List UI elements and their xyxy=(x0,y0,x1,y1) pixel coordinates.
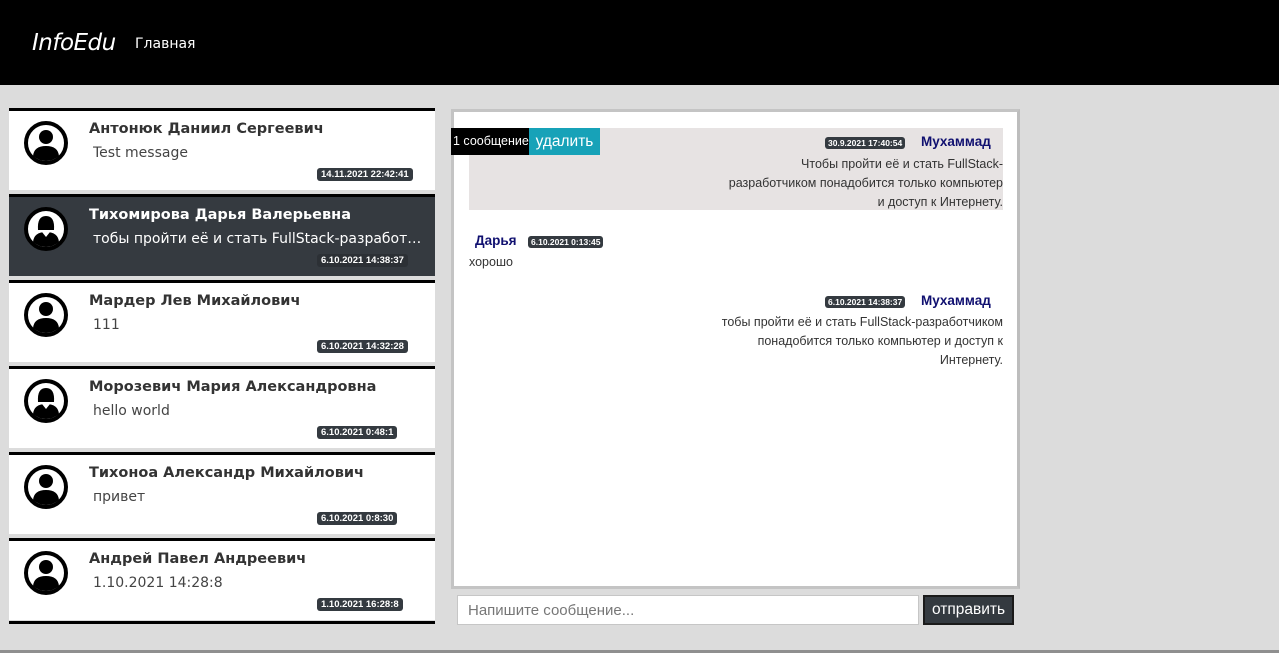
contact-item[interactable]: Андрей Павел Андреевич 1.10.2021 14:28:8… xyxy=(9,538,435,620)
contact-last-message: тобы пройти её и стать FullStack-разрабо… xyxy=(93,231,423,247)
contact-item[interactable]: Мардер Лев Михайлович 111 6.10.2021 14:3… xyxy=(9,280,435,362)
contact-date-badge: 14.11.2021 22:42:41 xyxy=(317,168,413,181)
message-author: Мухаммад xyxy=(921,293,991,308)
contact-name: Тихоноа Александр Михайлович xyxy=(89,465,364,481)
male-avatar-icon xyxy=(23,120,69,166)
contact-date-badge: 6.10.2021 14:32:28 xyxy=(317,340,408,353)
message-line: разработчиком понадобится только компьют… xyxy=(728,176,1003,190)
contact-name: Мардер Лев Михайлович xyxy=(89,293,301,309)
male-avatar-icon xyxy=(23,464,69,510)
message-text: Чтобы пройти её и стать FullStack- разра… xyxy=(583,155,1003,212)
contact-last-message: 111 xyxy=(93,317,120,333)
female-avatar-icon xyxy=(23,206,69,252)
contact-date-badge: 6.10.2021 14:38:37 xyxy=(317,254,408,267)
message-date-badge: 30.9.2021 17:40:54 xyxy=(825,137,906,149)
male-avatar-icon xyxy=(23,292,69,338)
message-author: Дарья xyxy=(475,233,517,248)
message-line: понадобится только компьютер и доступ к xyxy=(757,334,1003,348)
contact-item[interactable]: Тихоноа Александр Михайлович привет 6.10… xyxy=(9,452,435,534)
contact-list: Антонюк Даниил Сергеевич Test message 14… xyxy=(9,108,435,624)
selection-count-label: 1 сообщение xyxy=(451,128,529,155)
contact-last-message: привет xyxy=(93,489,146,505)
contact-item-active[interactable]: Тихомирова Дарья Валерьевна тобы пройти … xyxy=(9,194,435,276)
contact-last-message: 1.10.2021 14:28:8 xyxy=(93,575,223,591)
message-author: Мухаммад xyxy=(921,134,991,149)
brand-logo[interactable]: InfoEdu xyxy=(32,30,116,56)
contact-name: Антонюк Даниил Сергеевич xyxy=(89,121,324,137)
nav-link-home[interactable]: Главная xyxy=(135,36,195,52)
contact-last-message: Test message xyxy=(93,145,188,161)
contact-date-badge: 1.10.2021 16:28:8 xyxy=(317,598,403,611)
delete-button[interactable]: удалить xyxy=(529,128,600,155)
contact-date-badge: 6.10.2021 0:8:30 xyxy=(317,512,398,525)
contact-name: Андрей Павел Андреевич xyxy=(89,551,307,567)
message-line: Интернету. xyxy=(939,353,1003,367)
message-input[interactable] xyxy=(457,595,919,625)
female-avatar-icon xyxy=(23,378,69,424)
send-button[interactable]: отправить xyxy=(923,595,1014,625)
male-avatar-icon xyxy=(23,550,69,596)
contact-item[interactable]: Морозевич Мария Александровна hello worl… xyxy=(9,366,435,448)
contact-item[interactable]: Антонюк Даниил Сергеевич Test message 14… xyxy=(9,108,435,190)
top-navbar: InfoEdu Главная xyxy=(0,0,1279,85)
contact-date-badge: 6.10.2021 0:48:1 xyxy=(317,426,398,439)
contact-name: Морозевич Мария Александровна xyxy=(89,379,377,395)
message-date-badge: 6.10.2021 0:13:45 xyxy=(528,236,604,248)
message-line: и доступ к Интернету. xyxy=(877,195,1003,209)
contact-list-divider xyxy=(9,621,435,624)
message-text: тобы пройти её и стать FullStack-разрабо… xyxy=(583,313,1003,370)
chat-panel: 30.9.2021 17:40:54 Мухаммад Чтобы пройти… xyxy=(451,109,1020,589)
message-text: хорошо xyxy=(469,253,513,272)
message-line: хорошо xyxy=(469,255,513,269)
contact-name: Тихомирова Дарья Валерьевна xyxy=(89,207,351,223)
message-line: тобы пройти её и стать FullStack-разрабо… xyxy=(721,315,1003,329)
message-date-badge: 6.10.2021 14:38:37 xyxy=(825,296,906,308)
contact-last-message: hello world xyxy=(93,403,170,419)
message-line: Чтобы пройти её и стать FullStack- xyxy=(801,157,1003,171)
